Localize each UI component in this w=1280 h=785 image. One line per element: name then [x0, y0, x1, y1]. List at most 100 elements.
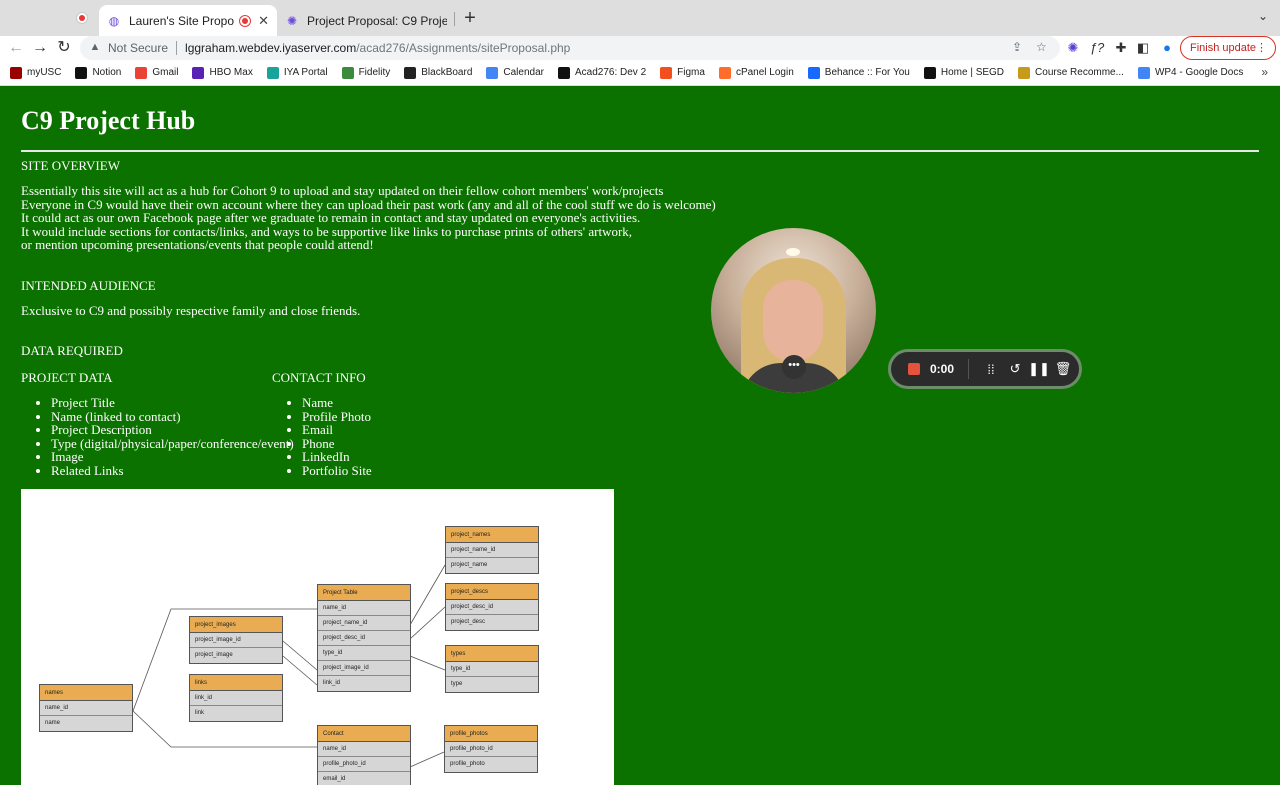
restart-icon[interactable]: ↺: [1003, 361, 1027, 377]
bookmark-label: HBO Max: [209, 67, 253, 78]
extension-puzzle-color-icon[interactable]: ✺: [1064, 39, 1082, 57]
entity-field: link_id: [190, 691, 282, 706]
er-diagram: names name_id name project_images projec…: [21, 489, 614, 785]
list-item: Project Description: [51, 423, 294, 437]
entity-title: project_names: [446, 527, 538, 543]
tab-title: Lauren's Site Proposal: C9: [129, 13, 235, 28]
entity-field: type_id: [446, 662, 538, 677]
warning-icon[interactable]: ▲: [88, 41, 102, 55]
star-icon[interactable]: ☆: [1036, 40, 1047, 54]
trash-icon[interactable]: 🗑: [1051, 361, 1075, 377]
hbomax-icon: [192, 66, 205, 79]
controls-divider: [968, 359, 970, 379]
behance-icon: [807, 66, 820, 79]
list-item: Image: [51, 450, 294, 464]
reload-icon[interactable]: ↻: [54, 38, 74, 58]
stop-recording-button[interactable]: [908, 363, 920, 375]
entity-title: names: [40, 685, 132, 701]
notion-icon: [75, 66, 88, 79]
usc-icon: [10, 66, 22, 79]
gmail-icon: [135, 66, 148, 79]
address-divider: [176, 41, 178, 55]
function-extension-icon[interactable]: ƒ?: [1088, 39, 1106, 57]
bookmark-item[interactable]: BlackBoard: [404, 66, 472, 79]
tab-strip: ◍ Lauren's Site Proposal: C9 ✕ ✺ Project…: [0, 0, 1280, 36]
list-item: Portfolio Site: [302, 464, 372, 478]
entity-field: link: [190, 706, 282, 721]
profile-avatar-icon[interactable]: ●: [1158, 39, 1176, 57]
project-data-heading: PROJECT DATA: [21, 370, 113, 385]
browser-toolbar: ← → ↻ ▲ Not Secure lggraham.webdev.iyase…: [0, 36, 1280, 60]
contact-info-heading: CONTACT INFO: [272, 370, 366, 385]
recording-timer: 0:00: [930, 362, 955, 376]
bookmark-item[interactable]: IYA Portal: [266, 66, 328, 79]
tab-title: Project Proposal: C9 Project Hu: [307, 13, 447, 28]
entity-project-names: project_names project_name_id project_na…: [445, 526, 539, 574]
pause-icon[interactable]: ❚❚: [1027, 361, 1051, 377]
entity-title: project_images: [190, 617, 282, 633]
course-icon: [1018, 66, 1031, 79]
bookmark-item[interactable]: Gmail: [135, 66, 178, 79]
finish-update-button[interactable]: Finish update ⋮: [1180, 36, 1276, 60]
entity-field: project_name_id: [318, 616, 410, 631]
overview-heading: SITE OVERVIEW: [21, 158, 120, 173]
entity-field: name: [40, 716, 132, 731]
bookmark-label: Acad276: Dev 2: [574, 67, 647, 78]
blackboard-icon: [404, 66, 417, 79]
bookmark-item[interactable]: HBO Max: [192, 66, 253, 79]
entity-names: names name_id name: [39, 684, 133, 732]
close-tab-icon[interactable]: ✕: [258, 13, 269, 29]
tab-search-chevron-icon[interactable]: ⌄: [1258, 9, 1268, 23]
entity-title: Contact: [318, 726, 410, 742]
bookmark-label: Home | SEGD: [940, 67, 1005, 78]
list-item: Name (linked to contact): [51, 409, 294, 424]
bookmark-item[interactable]: Acad276: Dev 2: [557, 66, 647, 79]
more-bookmarks-icon[interactable]: »: [1261, 65, 1268, 79]
forward-arrow-icon[interactable]: →: [30, 38, 50, 58]
grid-dots-icon[interactable]: ⁞⁞: [979, 362, 1003, 377]
recording-indicator-icon[interactable]: [76, 12, 88, 24]
bookmark-item[interactable]: Figma: [660, 66, 705, 79]
bookmark-item[interactable]: Calendar: [486, 66, 544, 79]
tab-site-proposal[interactable]: ◍ Lauren's Site Proposal: C9 ✕: [99, 5, 277, 36]
list-item: Project Title: [51, 396, 294, 410]
entity-field: name_id: [40, 701, 132, 716]
bookmark-item[interactable]: Notion: [75, 66, 121, 79]
recording-controls: 0:00 ⁞⁞ ↺ ❚❚ 🗑: [888, 349, 1082, 389]
bookmark-item[interactable]: Home | SEGD: [923, 66, 1005, 79]
ceiling-light: [786, 248, 800, 256]
entity-field: project_image_id: [318, 661, 410, 676]
tab-project-proposal[interactable]: ✺ Project Proposal: C9 Project Hu: [277, 5, 455, 36]
entity-field: type: [446, 677, 538, 692]
entity-project-images: project_images project_image_id project_…: [189, 616, 283, 664]
side-panel-icon[interactable]: ◧: [1134, 39, 1152, 57]
page-title: C9 Project Hub: [21, 106, 196, 135]
bookmark-label: Behance :: For You: [824, 67, 910, 78]
menu-dots-icon[interactable]: ⋮: [1256, 41, 1267, 54]
share-icon[interactable]: ⇪: [1012, 40, 1022, 54]
bookmark-item[interactable]: Course Recomme...: [1018, 66, 1124, 79]
address-bar[interactable]: ▲ Not Secure lggraham.webdev.iyaserver.c…: [80, 36, 1060, 60]
list-item: Name: [302, 396, 372, 410]
bookmark-item[interactable]: cPanel Login: [718, 66, 794, 79]
presenter-face: [763, 280, 823, 362]
webcam-options-icon[interactable]: •••: [782, 355, 806, 379]
extensions-icon[interactable]: ✚: [1112, 39, 1130, 57]
entity-profile-photos: profile_photos profile_photo_id profile_…: [444, 725, 538, 773]
security-label[interactable]: Not Secure: [108, 41, 168, 55]
entity-field: project_name: [446, 558, 538, 573]
bookmark-item[interactable]: Fidelity: [341, 66, 390, 79]
overview-line: or mention upcoming presentations/events…: [21, 237, 374, 253]
new-tab-button[interactable]: +: [460, 7, 480, 29]
contact-info-list: Name Profile Photo Email Phone LinkedIn …: [272, 396, 372, 478]
figma-icon: [660, 66, 673, 79]
bookmark-label: cPanel Login: [735, 67, 794, 78]
entity-title: profile_photos: [445, 726, 537, 742]
bookmark-item[interactable]: Behance :: For You: [807, 66, 910, 79]
bookmark-label: Course Recomme...: [1035, 67, 1124, 78]
bookmark-item[interactable]: WP4 - Google Docs: [1137, 66, 1243, 79]
entity-field: link_id: [318, 676, 410, 691]
bookmark-item[interactable]: myUSC: [10, 66, 61, 79]
back-arrow-icon[interactable]: ←: [6, 38, 26, 58]
iya-icon: [266, 66, 279, 79]
